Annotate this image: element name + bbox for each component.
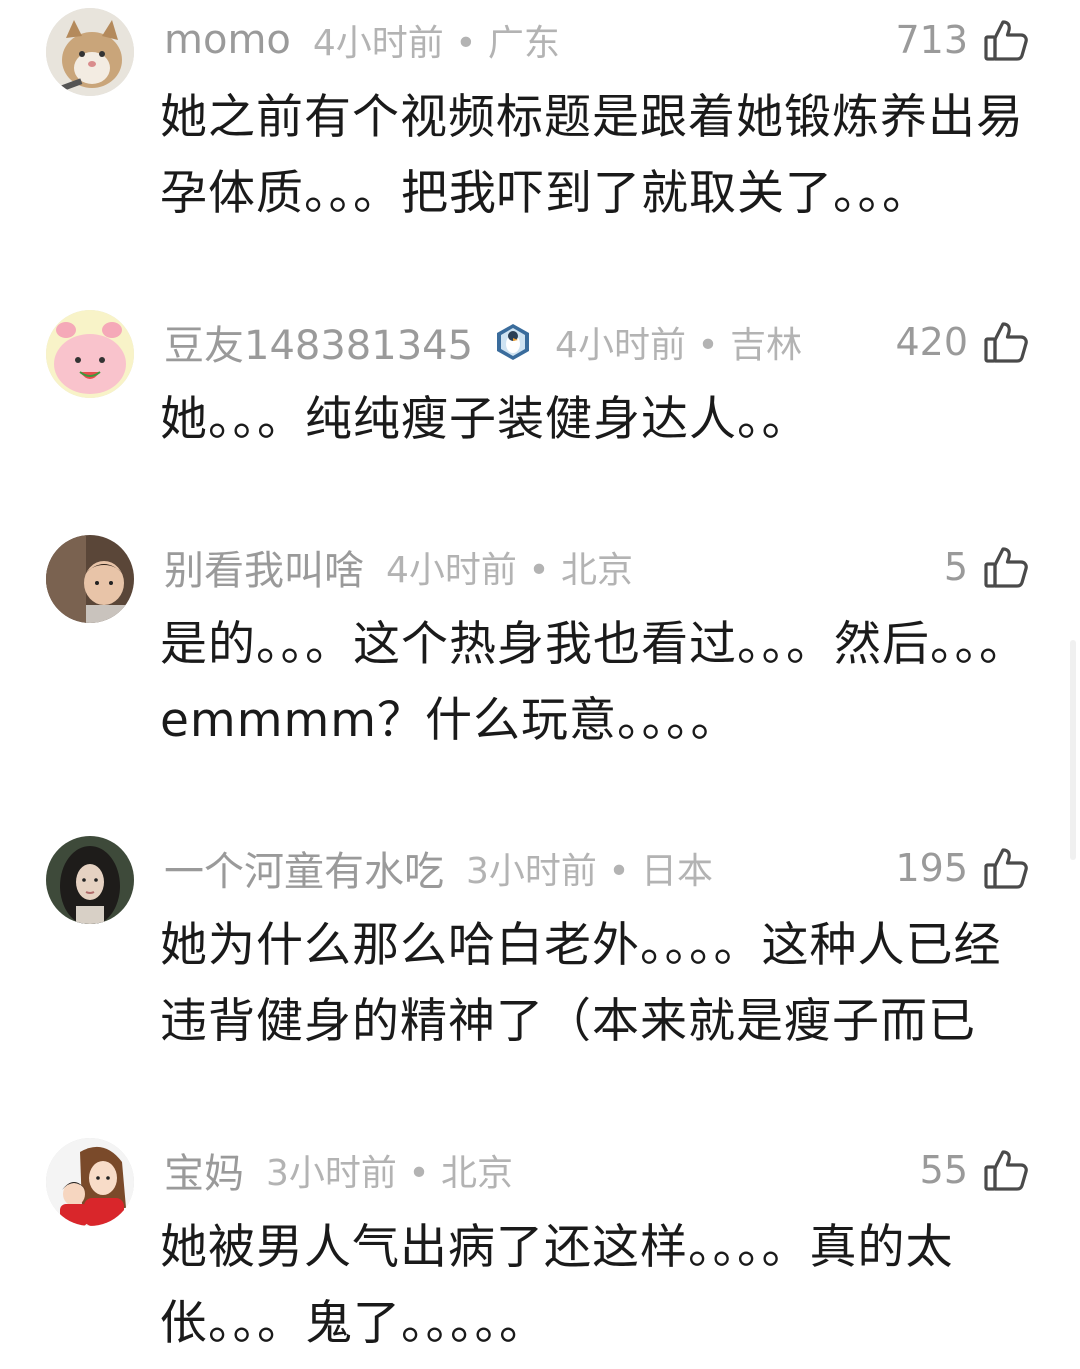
thumbs-up-icon[interactable] <box>982 543 1030 591</box>
like-count: 420 <box>895 320 968 364</box>
comment-meta: 别看我叫啥 4小时前 • 北京 <box>164 541 633 594</box>
username[interactable]: 宝妈 <box>164 1141 244 1199</box>
comment-text: 她。。。纯纯瘦子装健身达人。。 <box>160 392 810 447</box>
separator: • <box>516 550 562 591</box>
like-button[interactable]: 195 <box>895 842 1030 894</box>
like-button[interactable]: 713 <box>895 14 1030 66</box>
time-location: 3小时前 • 日本 <box>466 842 713 894</box>
time-location: 4小时前 • 北京 <box>386 541 633 593</box>
comment-time: 3小时前 <box>466 851 597 892</box>
comment-location: 北京 <box>441 1153 514 1194</box>
comment-time: 4小时前 <box>312 23 444 64</box>
username[interactable]: 一个河童有水吃 <box>164 839 444 897</box>
thumbs-up-icon[interactable] <box>982 844 1030 892</box>
like-count: 195 <box>895 846 968 890</box>
separator: • <box>443 23 488 64</box>
comment-text: 她被男人气出病了还这样。。。。真的太伥。。。鬼了。。。。。 <box>160 1220 954 1351</box>
woman-photo-avatar-image <box>46 836 134 924</box>
like-button[interactable]: 5 <box>944 541 1030 593</box>
time-location: 4小时前 • 吉林 <box>555 316 802 368</box>
penguin-badge-icon <box>493 322 533 362</box>
comment-time: 4小时前 <box>555 325 686 366</box>
thumbs-up-icon[interactable] <box>982 16 1030 64</box>
comment-text: 她之前有个视频标题是跟着她锻炼养出易孕体质。。。把我吓到了就取关了。。。 <box>160 90 1024 221</box>
cat-avatar-image <box>46 8 134 96</box>
mother-child-cartoon-avatar-image <box>46 1138 134 1226</box>
avatar[interactable] <box>46 535 134 623</box>
avatar[interactable] <box>46 1138 134 1226</box>
avatar[interactable] <box>46 8 134 96</box>
separator: • <box>396 1153 442 1194</box>
thumbs-up-icon[interactable] <box>982 1146 1030 1194</box>
like-count: 55 <box>919 1148 968 1192</box>
time-location: 3小时前 • 北京 <box>266 1144 513 1196</box>
comment-location: 日本 <box>641 851 714 892</box>
scrollbar[interactable] <box>1070 640 1076 860</box>
comment-location: 北京 <box>561 550 634 591</box>
comment-time: 4小时前 <box>386 550 517 591</box>
like-count: 713 <box>895 18 968 62</box>
like-count: 5 <box>943 545 968 589</box>
comment-text: 是的。。。这个热身我也看过。。。然后。。。emmmm？什么玩意。。。。 <box>160 617 1027 748</box>
comment-text: 她为什么那么哈白老外。。。。这种人已经违背健身的精神了（本来就是瘦子而已 <box>160 918 1002 1049</box>
avatar[interactable] <box>46 310 134 398</box>
pink-cartoon-avatar-image <box>46 310 134 398</box>
comment-time: 3小时前 <box>266 1153 397 1194</box>
comment-location: 吉林 <box>730 325 803 366</box>
time-location: 4小时前 • 广东 <box>313 14 560 66</box>
comment-location: 广东 <box>487 23 560 64</box>
separator: • <box>596 851 642 892</box>
avatar[interactable] <box>46 836 134 924</box>
child-photo-avatar-image <box>46 535 134 623</box>
comment-meta: 宝妈 3小时前 • 北京 <box>164 1144 513 1197</box>
thumbs-up-icon[interactable] <box>982 318 1030 366</box>
comment-meta: 一个河童有水吃 3小时前 • 日本 <box>164 842 713 895</box>
username[interactable]: 豆友148381345 <box>164 313 473 371</box>
comment-meta: 豆友148381345 4小时前 • 吉林 <box>164 316 802 369</box>
username[interactable]: momo <box>164 17 291 63</box>
separator: • <box>685 325 731 366</box>
like-button[interactable]: 55 <box>920 1144 1030 1196</box>
comment-meta: momo 4小时前 • 广东 <box>164 16 560 64</box>
username[interactable]: 别看我叫啥 <box>164 538 364 596</box>
like-button[interactable]: 420 <box>895 316 1030 368</box>
